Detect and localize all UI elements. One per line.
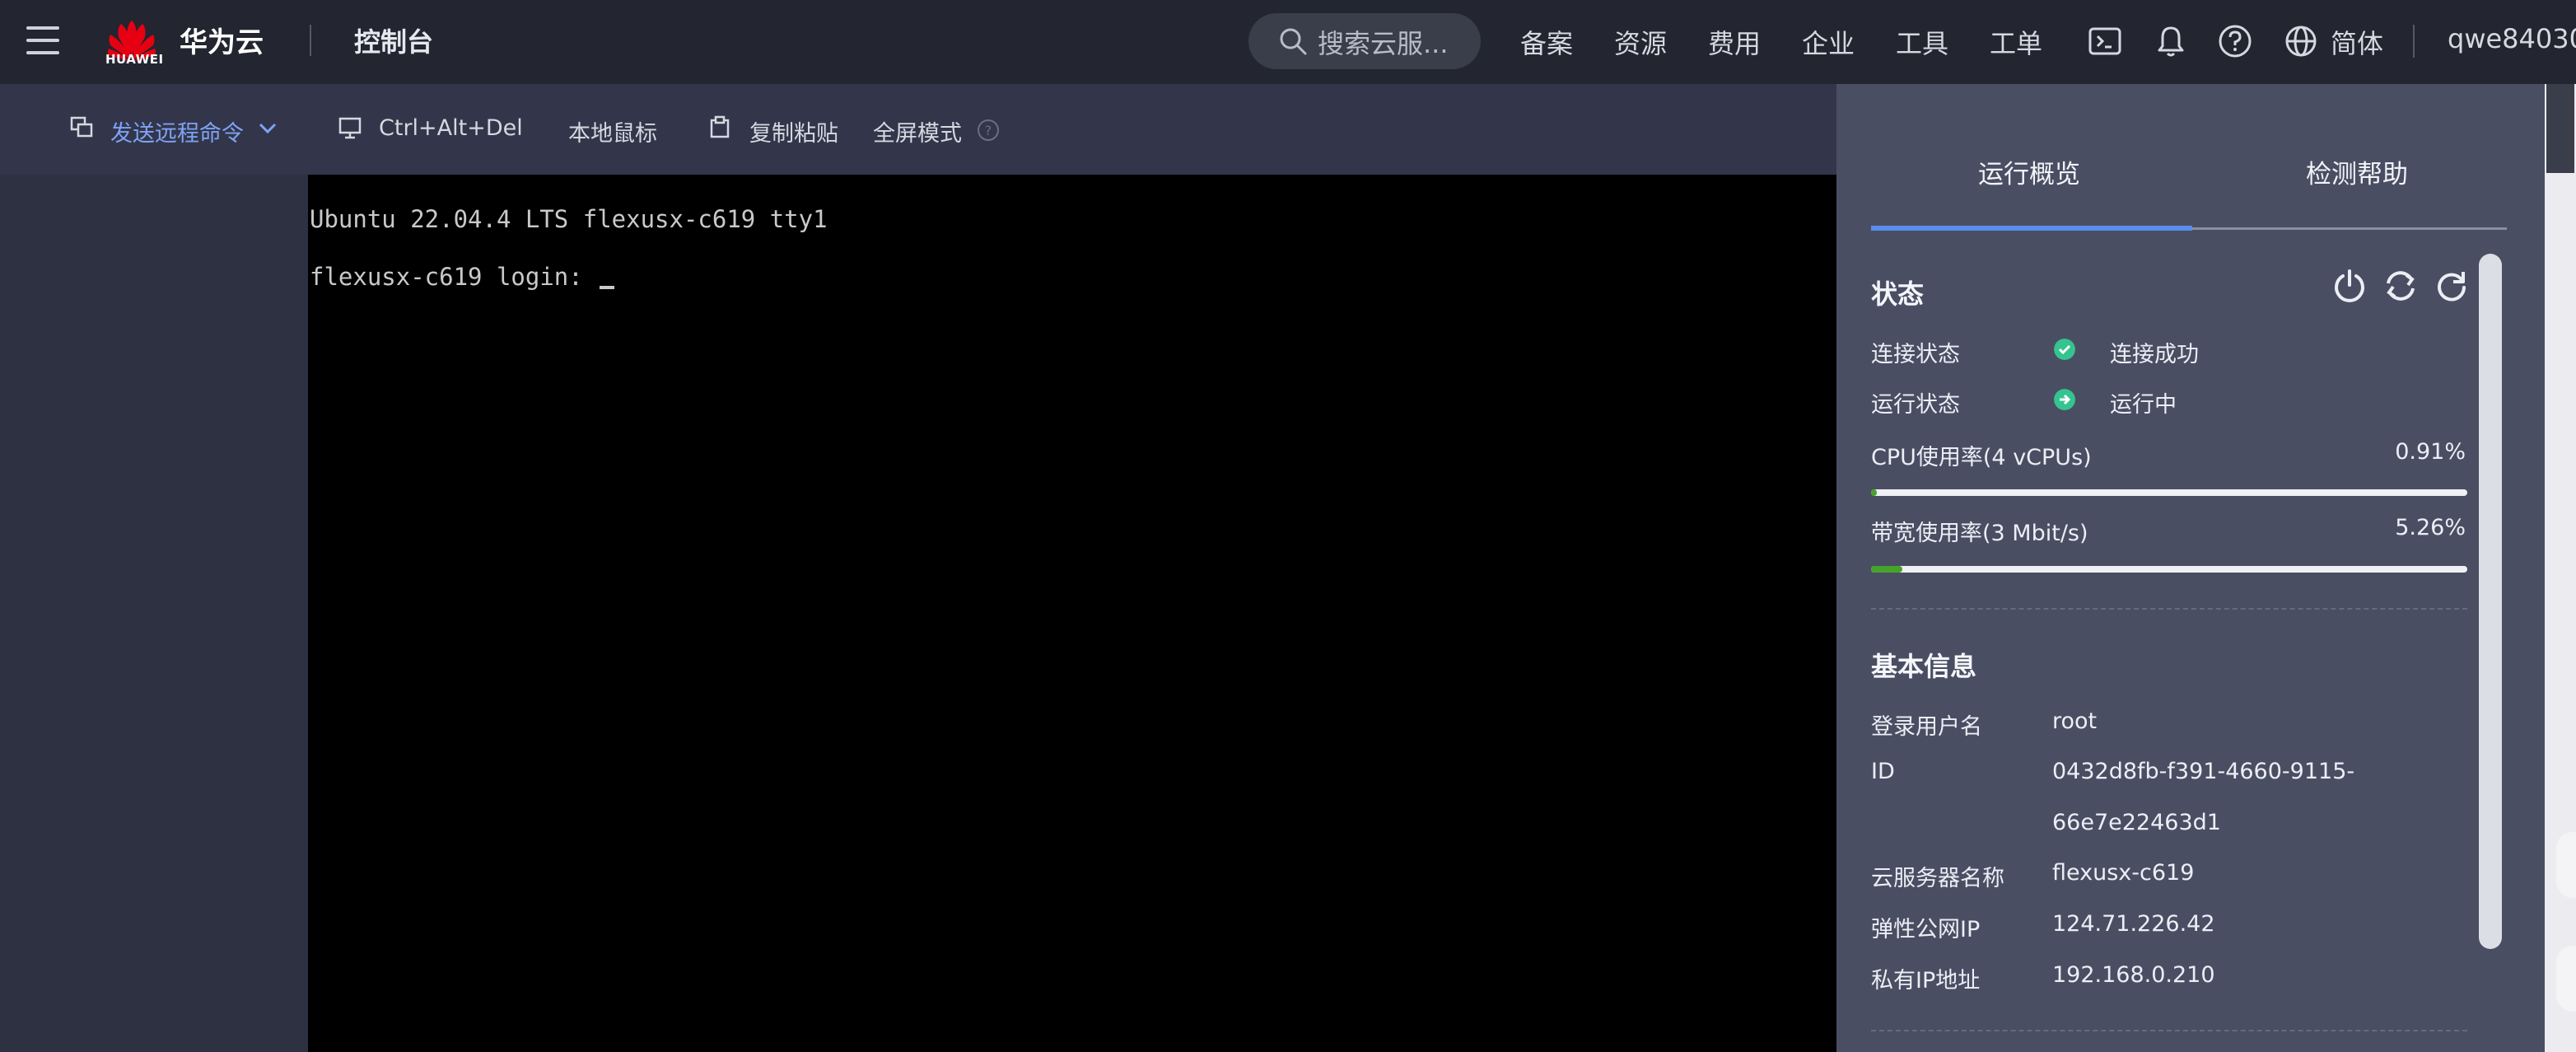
nav-resources[interactable]: 资源 (1614, 23, 1667, 61)
terminal-icon[interactable] (2087, 23, 2123, 59)
terminal-line-os: Ubuntu 22.04.4 LTS flexusx-c619 tty1 (310, 205, 828, 233)
hamburger-menu-icon[interactable] (26, 26, 59, 56)
left-margin-panel (0, 175, 308, 1052)
info-value-private-ip: 192.168.0.210 (2052, 962, 2215, 988)
restart-icon[interactable] (2382, 267, 2420, 305)
connection-status-label: 连接状态 (1871, 342, 1960, 367)
tab-overview[interactable]: 运行概览 (1978, 153, 2080, 190)
info-value-login-user: root (2052, 708, 2098, 734)
info-value-public-ip: 124.71.226.42 (2052, 911, 2215, 937)
terminal-login-prompt[interactable]: flexusx-c619 login: (310, 263, 597, 291)
tab-active-indicator (1871, 226, 2192, 231)
panel-scrollbar[interactable] (2479, 254, 2502, 949)
user-account[interactable]: qwe840300 (2448, 23, 2576, 54)
info-value-id-cont: 66e7e22463d1 (2052, 810, 2221, 835)
terminal-cursor (600, 286, 614, 289)
nav-billing[interactable]: 费用 (1708, 23, 1761, 61)
nav-filing[interactable]: 备案 (1520, 23, 1573, 61)
brand-name[interactable]: 华为云 (180, 20, 264, 60)
power-icon[interactable] (2331, 267, 2368, 305)
svg-text:?: ? (985, 123, 992, 138)
logo-wordmark: HUAWEI (105, 52, 164, 67)
send-remote-command-button[interactable]: 发送远程命令 (110, 115, 244, 147)
vnc-terminal-screen[interactable] (308, 175, 1836, 1052)
page-scrollbar-thumb[interactable] (2546, 84, 2574, 173)
cpu-usage-fill (1871, 489, 1877, 496)
page-scrollbar-track[interactable] (2545, 84, 2576, 1052)
section-divider (1871, 608, 2467, 610)
monitor-icon (338, 117, 362, 139)
bandwidth-usage-label: 带宽使用率(3 Mbit/s) (1871, 521, 2088, 546)
globe-icon[interactable] (2283, 23, 2319, 59)
fullscreen-button[interactable]: 全屏模式 (873, 115, 962, 147)
info-value-server-name: flexusx-c619 (2052, 860, 2195, 886)
run-status-value: 运行中 (2110, 392, 2177, 418)
info-label-public-ip: 弹性公网IP (1871, 917, 1981, 942)
nav-tickets[interactable]: 工单 (1990, 23, 2042, 61)
section-divider (1871, 1030, 2467, 1031)
info-label-login-user: 登录用户名 (1871, 714, 1982, 740)
basic-info-title: 基本信息 (1871, 651, 1977, 682)
help-icon[interactable]: ? (977, 119, 1000, 142)
bandwidth-usage-bar (1871, 566, 2467, 573)
info-value-id: 0432d8fb-f391-4660-9115- (2052, 759, 2355, 784)
chevron-down-icon[interactable] (257, 119, 278, 137)
cpu-usage-value: 0.91% (2395, 439, 2466, 465)
tab-diagnostics-help[interactable]: 检测帮助 (2306, 153, 2408, 190)
help-icon[interactable] (2217, 23, 2253, 59)
cpu-usage-bar (1871, 489, 2467, 496)
copy-paste-button[interactable]: 复制粘贴 (749, 115, 838, 147)
language-selector[interactable]: 简体 (2331, 23, 2383, 61)
refresh-icon[interactable] (2433, 267, 2471, 305)
connection-status-value: 连接成功 (2110, 342, 2199, 367)
search-placeholder[interactable]: 搜索云服... (1318, 23, 1449, 61)
info-label-id: ID (1871, 759, 1895, 784)
ctrl-alt-del-button[interactable]: Ctrl+Alt+Del (379, 115, 523, 141)
nav-tools[interactable]: 工具 (1896, 23, 1948, 61)
header-divider (310, 25, 311, 56)
send-command-icon (70, 116, 93, 138)
clipboard-icon (710, 115, 730, 138)
bandwidth-usage-value: 5.26% (2395, 515, 2466, 540)
bandwidth-usage-fill (1871, 566, 1903, 573)
nav-divider (2413, 25, 2415, 58)
search-icon (1280, 28, 1307, 55)
bell-icon[interactable] (2153, 23, 2189, 59)
status-section-title: 状态 (1871, 278, 1925, 310)
cpu-usage-label: CPU使用率(4 vCPUs) (1871, 445, 2092, 470)
check-circle-icon (2054, 339, 2075, 360)
info-label-private-ip: 私有IP地址 (1871, 968, 1981, 994)
edge-float-button[interactable] (2556, 832, 2576, 898)
run-status-label: 运行状态 (1871, 392, 1960, 418)
nav-enterprise[interactable]: 企业 (1802, 23, 1855, 61)
local-mouse-button[interactable]: 本地鼠标 (568, 115, 657, 147)
console-title[interactable]: 控制台 (354, 21, 433, 59)
info-label-server-name: 云服务器名称 (1871, 866, 2004, 891)
edge-float-button[interactable] (2556, 946, 2576, 1012)
running-arrow-icon (2054, 389, 2075, 410)
